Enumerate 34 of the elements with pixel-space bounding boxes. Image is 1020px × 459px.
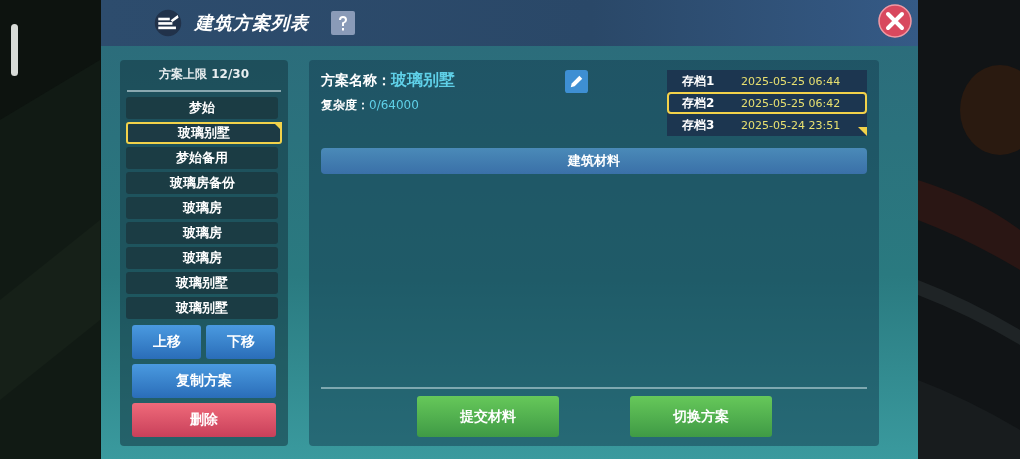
materials-header: 建筑材料 xyxy=(321,148,867,174)
plan-item[interactable]: 梦始备用 xyxy=(126,147,278,169)
save-slot[interactable]: 存档2 2025-05-25 06:42 xyxy=(667,92,867,114)
side-handle[interactable] xyxy=(11,24,18,76)
delete-button[interactable]: 删除 xyxy=(132,403,276,437)
plan-item[interactable]: 玻璃房 xyxy=(126,247,278,269)
complexity-label: 复杂度： xyxy=(321,97,369,114)
pencil-icon[interactable] xyxy=(565,70,588,93)
close-icon[interactable] xyxy=(878,4,912,38)
move-button[interactable]: 上移 xyxy=(132,325,201,359)
plan-name: 玻璃别墅 xyxy=(391,70,455,91)
name-label: 方案名称： xyxy=(321,72,391,90)
save-time: 2025-05-24 23:51 xyxy=(741,118,841,132)
plan-item[interactable]: 玻璃别墅 xyxy=(126,122,282,144)
help-icon[interactable] xyxy=(331,11,355,35)
save-slot[interactable]: 存档3 2025-05-24 23:51 xyxy=(667,114,867,136)
save-label: 存档3 xyxy=(682,116,716,134)
blueprint-icon xyxy=(153,9,183,37)
plan-capacity: 方案上限 12/30 xyxy=(159,66,249,82)
save-time: 2025-05-25 06:44 xyxy=(741,74,841,88)
save-time: 2025-05-25 06:42 xyxy=(741,96,841,110)
complexity-value: 0/64000 xyxy=(369,98,419,112)
plan-item[interactable]: 玻璃别墅 xyxy=(126,272,278,294)
save-slot[interactable]: 存档1 2025-05-25 06:44 xyxy=(667,70,867,92)
move-button[interactable]: 下移 xyxy=(206,325,275,359)
plan-item[interactable]: 玻璃房备份 xyxy=(126,172,278,194)
plan-item[interactable]: 梦始 xyxy=(126,97,278,119)
copy-button[interactable]: 复制方案 xyxy=(132,364,276,398)
plan-item[interactable]: 玻璃房 xyxy=(126,197,278,219)
plan-item[interactable]: 玻璃别墅 xyxy=(126,297,278,319)
save-label: 存档2 xyxy=(682,94,716,112)
window-title: 建筑方案列表 xyxy=(195,11,309,35)
plan-item[interactable]: 玻璃房 xyxy=(126,222,278,244)
save-label: 存档1 xyxy=(682,72,716,90)
